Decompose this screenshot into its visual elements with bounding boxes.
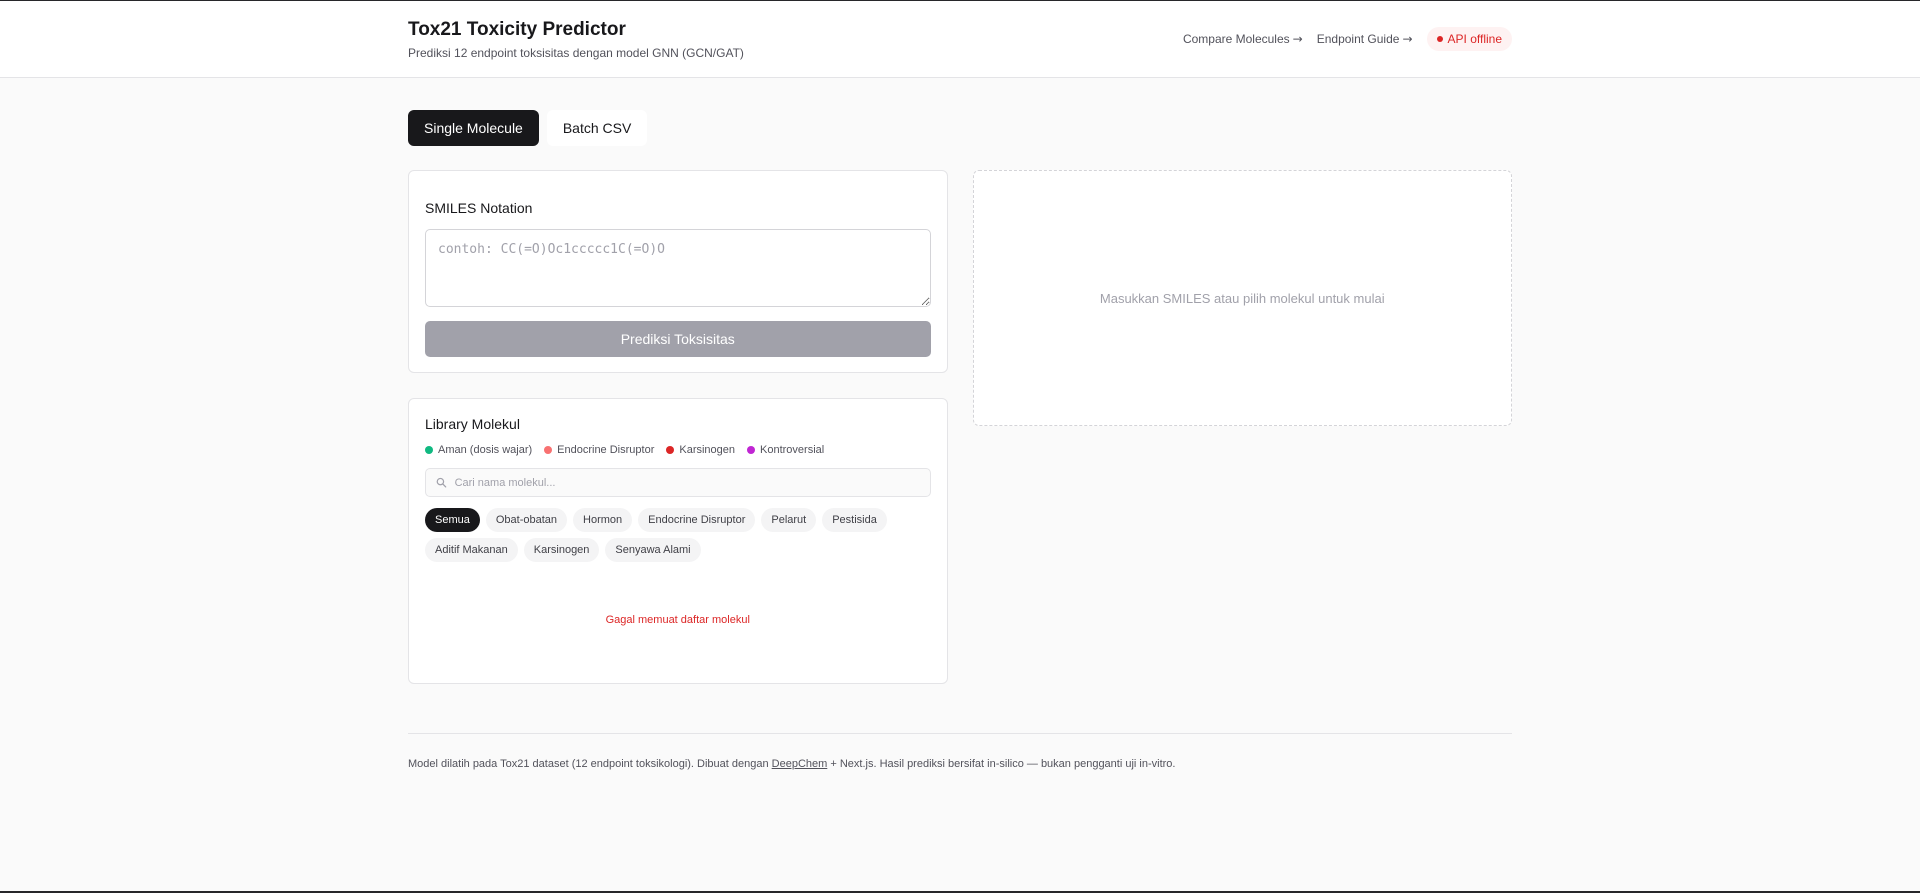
result-panel: Masukkan SMILES atau pilih molekul untuk…: [972, 170, 1512, 426]
legend-label: Kontroversial: [760, 444, 825, 456]
category-legend: Aman (dosis wajar) Endocrine Disruptor K…: [425, 444, 931, 456]
chip-pelarut[interactable]: Pelarut: [761, 508, 817, 532]
nav-endpoint-guide[interactable]: Endpoint Guide →: [1317, 32, 1413, 46]
result-empty-message: Masukkan SMILES atau pilih molekul untuk…: [1099, 290, 1385, 306]
red-dot-icon: [666, 446, 675, 454]
footer-text-after: + Next.js. Hasil prediksi bersifat in-si…: [827, 758, 1176, 770]
chip-karsinogen[interactable]: Karsinogen: [523, 538, 600, 562]
library-error-message: Gagal memuat daftar molekul: [605, 614, 750, 626]
chip-hormon[interactable]: Hormon: [573, 508, 633, 532]
mode-tabs: Single Molecule Batch CSV: [408, 110, 1512, 146]
tab-batch-csv[interactable]: Batch CSV: [546, 110, 648, 146]
app-subtitle: Prediksi 12 endpoint toksisitas dengan m…: [408, 46, 744, 60]
page-footer: Model dilatih pada Tox21 dataset (12 end…: [408, 733, 1512, 770]
nav-compare-label: Compare Molecules: [1182, 32, 1290, 46]
app-title: Tox21 Toxicity Predictor: [408, 19, 626, 40]
content-grid: SMILES Notation Prediksi Toksisitas Libr…: [408, 170, 1512, 684]
main-content: Single Molecule Batch CSV SMILES Notatio…: [408, 110, 1512, 770]
api-status-text: API offline: [1447, 32, 1502, 46]
category-filter-chips: Semua Obat-obatan Hormon Endocrine Disru…: [425, 508, 931, 562]
molecule-search: [425, 468, 931, 497]
legend-item-carcinogen: Karsinogen: [666, 444, 735, 456]
arrow-right-icon: →: [1402, 32, 1413, 46]
chip-aditif-makanan[interactable]: Aditif Makanan: [425, 538, 518, 562]
pink-dot-icon: [544, 446, 553, 454]
api-status-badge: API offline: [1426, 27, 1512, 51]
app-header: Tox21 Toxicity Predictor Prediksi 12 end…: [0, 1, 1920, 78]
deepchem-link[interactable]: DeepChem: [772, 758, 828, 770]
top-nav: Compare Molecules → Endpoint Guide → API o…: [1183, 27, 1512, 51]
purple-dot-icon: [747, 446, 756, 454]
chip-semua[interactable]: Semua: [425, 508, 480, 532]
library-card-title: Library Molekul: [425, 416, 520, 432]
smiles-card-title: SMILES Notation: [425, 200, 533, 216]
brand: Tox21 Toxicity Predictor Prediksi 12 end…: [408, 18, 744, 60]
tab-single-molecule[interactable]: Single Molecule: [408, 110, 539, 146]
molecule-search-input[interactable]: [454, 476, 920, 489]
chip-obat-obatan[interactable]: Obat-obatan: [485, 508, 568, 532]
library-card: Library Molekul Aman (dosis wajar) Endoc…: [408, 398, 948, 684]
legend-item-controversial: Kontroversial: [747, 444, 824, 456]
legend-item-safe: Aman (dosis wajar): [425, 444, 532, 456]
status-dot-icon: [1436, 36, 1443, 42]
search-icon: [436, 477, 447, 488]
footer-text-before: Model dilatih pada Tox21 dataset (12 end…: [408, 758, 772, 770]
predict-button[interactable]: Prediksi Toksisitas: [425, 321, 931, 357]
left-column: SMILES Notation Prediksi Toksisitas Libr…: [408, 170, 948, 684]
green-dot-icon: [425, 446, 433, 454]
chip-endocrine-disruptor[interactable]: Endocrine Disruptor: [638, 508, 756, 532]
chip-pestisida[interactable]: Pestisida: [822, 508, 887, 532]
arrow-right-icon: →: [1292, 32, 1303, 46]
nav-guide-label: Endpoint Guide: [1316, 32, 1400, 46]
smiles-card: SMILES Notation Prediksi Toksisitas: [408, 170, 948, 373]
legend-label: Endocrine Disruptor: [557, 444, 655, 456]
legend-label: Aman (dosis wajar): [438, 444, 533, 456]
nav-compare-molecules[interactable]: Compare Molecules →: [1183, 32, 1303, 46]
legend-label: Karsinogen: [679, 444, 736, 456]
chip-senyawa-alami[interactable]: Senyawa Alami: [605, 538, 701, 562]
smiles-input[interactable]: [425, 229, 931, 307]
legend-item-endocrine: Endocrine Disruptor: [544, 444, 654, 456]
